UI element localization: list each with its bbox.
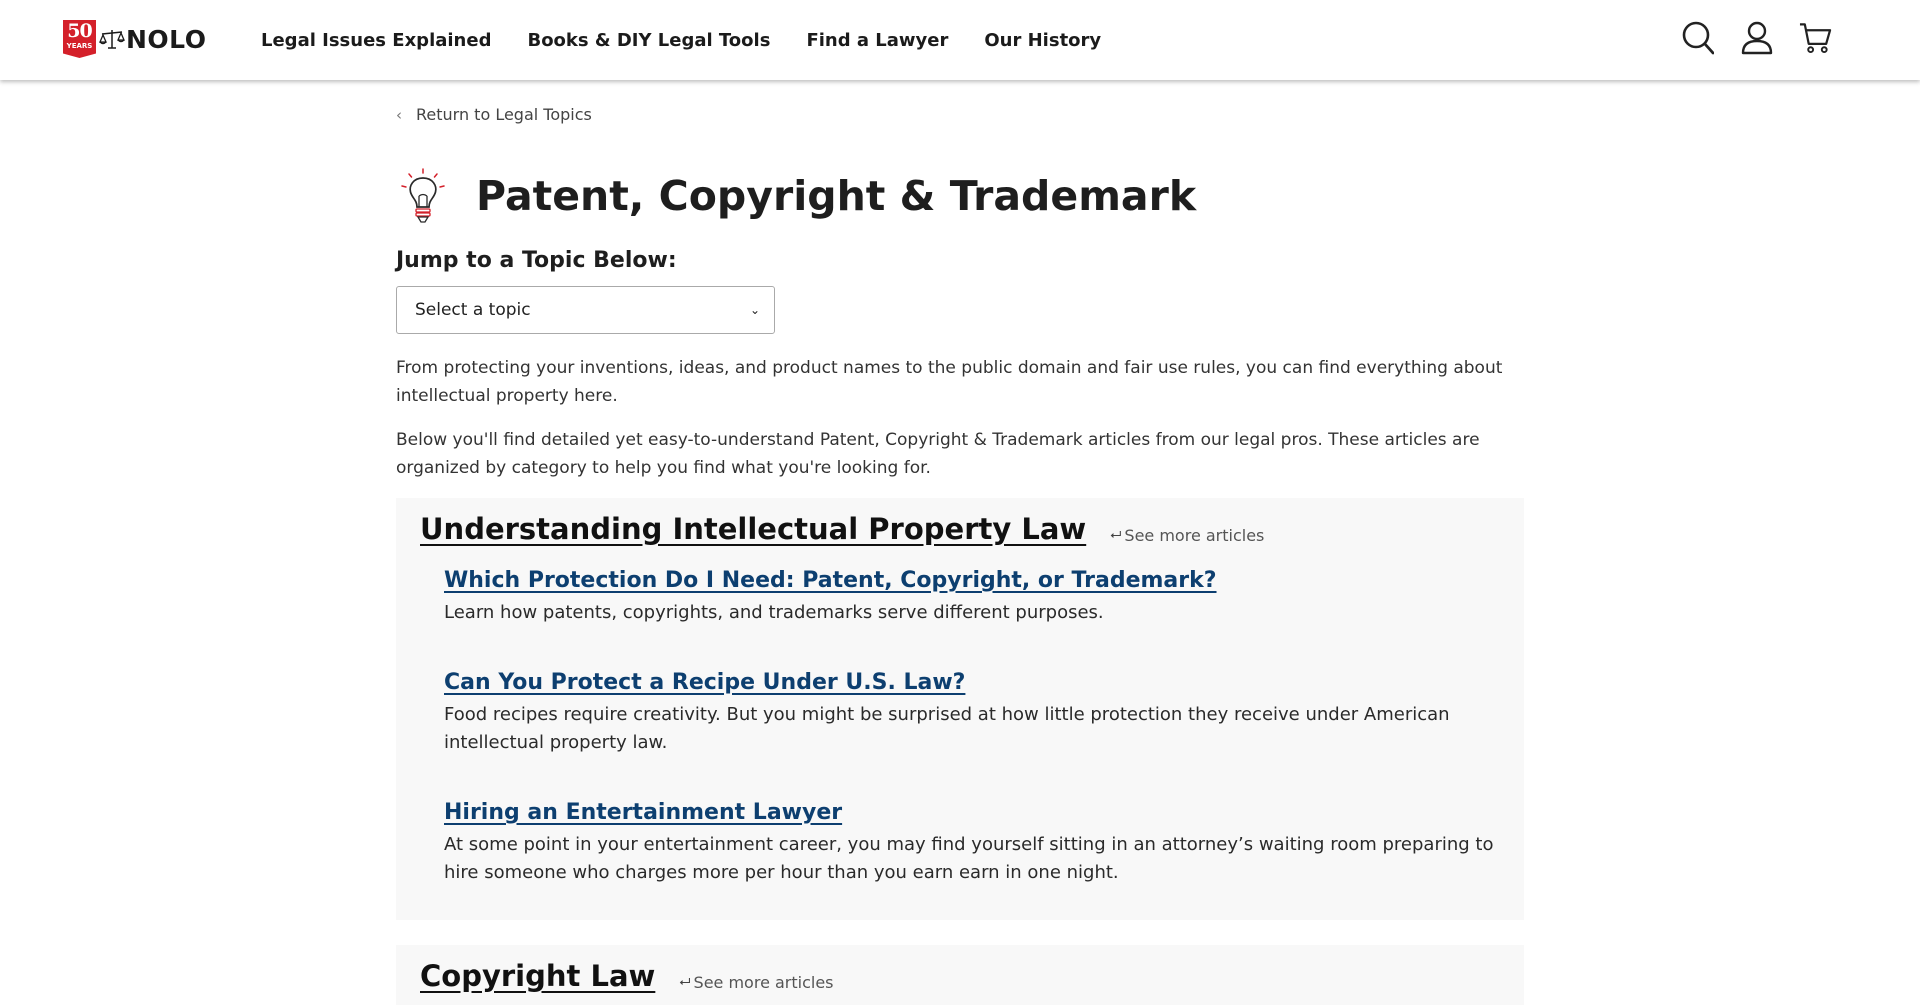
arrow-back-icon: ⮠ — [679, 974, 691, 990]
title-row: Patent, Copyright & Trademark — [396, 167, 1196, 225]
header-actions — [1681, 20, 1832, 56]
jump-to-topic-label: Jump to a Topic Below: — [396, 248, 677, 273]
chevron-left-icon: ‹ — [396, 105, 402, 124]
nav-find-lawyer[interactable]: Find a Lawyer — [806, 30, 948, 51]
main-nav: Legal Issues Explained Books & DIY Legal… — [261, 0, 1137, 80]
section-title[interactable]: Understanding Intellectual Property Law — [420, 512, 1086, 546]
nav-books-diy[interactable]: Books & DIY Legal Tools — [527, 30, 770, 51]
article-title-link[interactable]: Hiring an Entertainment Lawyer — [444, 800, 842, 825]
article-description: Learn how patents, copyrights, and trade… — [444, 602, 1104, 623]
see-more-articles-link[interactable]: ⮠ See more articles — [1110, 526, 1264, 545]
intro-paragraph-2: Below you'll find detailed yet easy-to-u… — [396, 430, 1480, 478]
nav-legal-issues[interactable]: Legal Issues Explained — [261, 30, 491, 51]
page-title: Patent, Copyright & Trademark — [476, 172, 1197, 220]
lightbulb-icon — [401, 168, 445, 223]
article-item: Can You Protect a Recipe Under U.S. Law?… — [444, 670, 1504, 757]
intro-paragraph-1: From protecting your inventions, ideas, … — [396, 358, 1503, 406]
section-title[interactable]: Copyright Law — [420, 959, 655, 993]
arrow-back-icon: ⮠ — [1110, 527, 1122, 543]
site-header: 50 YEARS NOLO Legal Issues Explained Boo… — [0, 0, 1920, 80]
article-item: Which Protection Do I Need: Patent, Copy… — [444, 568, 1504, 627]
section-copyright-law: Copyright Law ⮠ See more articles — [396, 945, 1524, 1005]
see-more-label: See more articles — [693, 972, 834, 992]
fifty-years-badge: 50 YEARS — [63, 20, 96, 58]
search-icon[interactable] — [1681, 20, 1714, 56]
section-understanding-ip: Understanding Intellectual Property Law … — [396, 498, 1524, 920]
article-description: Food recipes require creativity. But you… — [444, 704, 1450, 753]
article-description: At some point in your entertainment care… — [444, 834, 1494, 883]
see-more-label: See more articles — [1124, 525, 1265, 545]
see-more-articles-link[interactable]: ⮠ See more articles — [679, 973, 833, 992]
article-title-link[interactable]: Which Protection Do I Need: Patent, Copy… — [444, 568, 1217, 593]
scales-icon — [99, 30, 125, 49]
section-header: Understanding Intellectual Property Law … — [420, 512, 1264, 546]
topic-select-dropdown[interactable]: Select a topic ⌄ — [396, 286, 775, 334]
badge-number: 50 — [67, 20, 92, 42]
article-item: Hiring an Entertainment Lawyer At some p… — [444, 800, 1504, 887]
account-icon[interactable] — [1740, 20, 1773, 56]
nav-our-history[interactable]: Our History — [984, 30, 1101, 51]
topic-select-value: Select a topic — [415, 300, 531, 320]
back-link-label: Return to Legal Topics — [416, 105, 592, 124]
brand-name: NOLO — [126, 24, 207, 54]
article-title-link[interactable]: Can You Protect a Recipe Under U.S. Law? — [444, 670, 965, 695]
badge-text: YEARS — [66, 42, 93, 50]
section-header: Copyright Law ⮠ See more articles — [420, 959, 834, 993]
cart-icon[interactable] — [1799, 20, 1832, 56]
back-to-topics-link[interactable]: ‹ Return to Legal Topics — [396, 105, 592, 124]
nolo-logo[interactable]: 50 YEARS NOLO — [63, 20, 206, 58]
chevron-down-icon: ⌄ — [749, 303, 760, 317]
